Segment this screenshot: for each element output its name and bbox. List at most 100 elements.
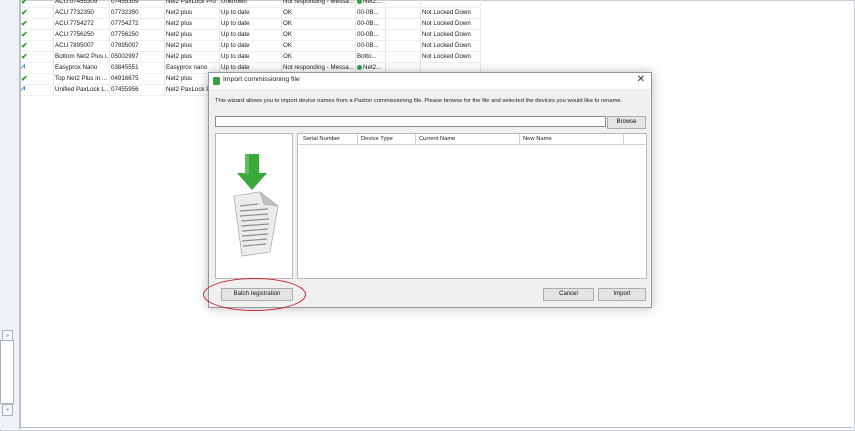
lockdown-cell: Not Locked Down — [422, 42, 480, 49]
cell-divider — [420, 8, 421, 18]
comms-status-cell: OK — [283, 53, 355, 60]
cell-text: Up to date — [221, 53, 250, 60]
cell-divider — [480, 41, 481, 51]
cell-divider — [164, 74, 165, 84]
cell-text: Not Locked Down — [422, 42, 471, 49]
connection-cell: Net2... — [357, 64, 385, 71]
cell-divider — [385, 41, 386, 51]
serial-cell: 03845551 — [111, 64, 165, 71]
cell-text: 07455309 — [111, 0, 139, 5]
cell-text: 00-0B... — [357, 20, 379, 27]
table-row[interactable]: ✔ ACU:7754272 07754272 Net2 plus Up to date O… — [21, 19, 481, 30]
dialog-app-icon — [213, 77, 220, 85]
comms-status-cell: OK — [283, 20, 355, 27]
cell-divider — [53, 8, 54, 18]
cell-text: Not Locked Down — [422, 9, 471, 16]
cell-text: Not Locked Down — [422, 53, 471, 60]
cell-divider — [53, 30, 54, 40]
column-divider[interactable] — [357, 134, 358, 144]
cell-text: Not Locked Down — [422, 31, 471, 38]
devices-table[interactable]: Serial Number Device Type Current Name N… — [297, 133, 647, 279]
cell-text: 07754272 — [111, 20, 139, 27]
cell-divider — [109, 30, 110, 40]
lockdown-cell: Not Locked Down — [422, 9, 480, 16]
cell-text: Net2 plus — [166, 53, 193, 60]
cell-divider — [109, 8, 110, 18]
cell-divider — [281, 52, 282, 62]
cell-divider — [355, 19, 356, 29]
cell-text: ACU:7895007 — [55, 42, 94, 49]
cell-divider — [420, 19, 421, 29]
cell-text: Not Locked Down — [422, 20, 471, 27]
table-row[interactable]: ✔ ACU:7732350 07732350 Net2 plus Up to date O… — [21, 8, 481, 19]
left-side-panel: » » — [0, 0, 20, 429]
cell-divider — [109, 19, 110, 29]
cell-divider — [109, 41, 110, 51]
cell-text: OK — [283, 20, 292, 27]
cell-text: 07732350 — [111, 9, 139, 16]
import-button[interactable]: Import — [598, 288, 646, 301]
cell-divider — [164, 41, 165, 51]
cell-divider — [355, 0, 356, 7]
connection-cell: 00-0B... — [357, 20, 385, 27]
table-row[interactable]: ✔ ACU:7895007 07895007 Net2 plus Up to date O… — [21, 41, 481, 52]
cell-divider — [355, 52, 356, 62]
checkmark-icon: ✔ — [21, 41, 28, 50]
connection-cell: 00-0B... — [357, 31, 385, 38]
close-icon[interactable]: ✕ — [637, 74, 645, 86]
cell-divider — [480, 52, 481, 62]
cell-divider — [385, 19, 386, 29]
cell-text: Unknown — [221, 0, 247, 5]
signal-icon: ⩘ — [21, 63, 25, 70]
cell-text: Net2 plus — [166, 20, 193, 27]
cell-divider — [281, 8, 282, 18]
table-row[interactable]: ✔ ACU:07455309 07455309 Net2 PaxLock Pro Unk… — [21, 0, 481, 8]
cell-divider — [109, 74, 110, 84]
col-device-type[interactable]: Device Type — [361, 136, 393, 142]
connection-cell: Net2... — [357, 0, 385, 5]
table-row[interactable]: ✔ Bottom Net2 Plus i... 05002997 Net2 plus U… — [21, 52, 481, 63]
comms-status-cell: OK — [283, 31, 355, 38]
col-serial-number[interactable]: Serial Number — [303, 136, 340, 142]
status-dot-icon — [357, 0, 362, 4]
serial-cell: 05002997 — [111, 53, 165, 60]
column-divider[interactable] — [519, 134, 520, 144]
device-name-cell: Easyprox Nano — [55, 64, 109, 71]
comms-status-cell: Not responding - Messa... — [283, 64, 355, 71]
serial-cell: 04916675 — [111, 75, 165, 82]
column-divider[interactable] — [623, 134, 624, 144]
cell-divider — [480, 0, 481, 7]
connection-cell: Botto... — [357, 53, 385, 60]
firmware-cell: Unknown — [221, 0, 281, 5]
comms-status-cell: OK — [283, 9, 355, 16]
device-type-cell: Easyprox nano — [166, 64, 220, 71]
signal-icon: ⩘ — [21, 85, 25, 92]
browse-button[interactable]: Browse — [607, 116, 646, 129]
status-dot-icon — [357, 64, 362, 70]
cell-divider — [420, 0, 421, 7]
expand-panel-button-lower[interactable]: » — [2, 404, 13, 416]
table-row[interactable]: ✔ ACU:7756250 07756250 Net2 plus Up to date O… — [21, 30, 481, 41]
col-current-name[interactable]: Current Name — [419, 136, 455, 142]
cell-divider — [53, 63, 54, 73]
cell-text: Not responding - Messa... — [283, 64, 354, 71]
cell-text: 05002997 — [111, 53, 139, 60]
cell-divider — [164, 63, 165, 73]
firmware-cell: Up to date — [221, 9, 281, 16]
side-panel-box — [0, 340, 14, 404]
cell-text: Easyprox Nano — [55, 64, 98, 71]
cancel-button[interactable]: Cancel — [543, 288, 594, 301]
cell-divider — [281, 30, 282, 40]
cell-divider — [53, 74, 54, 84]
cell-divider — [281, 41, 282, 51]
firmware-cell: Up to date — [221, 53, 281, 60]
cell-divider — [281, 0, 282, 7]
cell-divider — [219, 30, 220, 40]
cell-text: Botto... — [357, 53, 377, 60]
column-divider[interactable] — [415, 134, 416, 144]
col-new-name[interactable]: New Name — [523, 136, 552, 142]
file-path-input[interactable] — [215, 116, 606, 127]
dialog-title: Import commissioning file — [223, 76, 300, 83]
cell-divider — [219, 41, 220, 51]
cell-text: 07756250 — [111, 31, 139, 38]
